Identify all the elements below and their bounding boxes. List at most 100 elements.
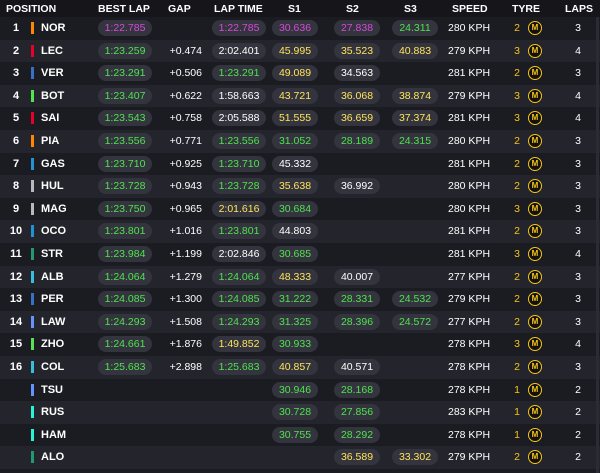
table-row[interactable]: 3 VER 1:23.291 1:23.291 49.089 34.563 +0.506 28… (0, 62, 600, 85)
tyre-compound-icon: M (528, 43, 542, 58)
sector3-pill: 33.302 (392, 449, 438, 466)
driver-code[interactable]: RUS (41, 401, 64, 424)
driver-code[interactable]: SAI (41, 107, 59, 130)
driver-code[interactable]: LEC (41, 40, 63, 63)
sector1-pill: 48.333 (272, 268, 318, 285)
header-s2[interactable]: S2 (346, 3, 359, 15)
tyre-compound-icon: M (528, 405, 542, 420)
table-row[interactable]: 1 NOR 1:22.785 1:22.785 30.636 27.838 24.311 28… (0, 17, 600, 40)
table-row[interactable]: 11 STR 1:23.984 2:02.846 30.685 +1.199 281 KPH… (0, 243, 600, 266)
team-color-bar (31, 383, 34, 396)
laps-value: 3 (575, 270, 581, 283)
driver-code[interactable]: MAG (41, 198, 67, 221)
table-row[interactable]: 7 GAS 1:23.710 1:23.710 45.332 +0.925 281 KPH 2… (0, 153, 600, 176)
sector3-pill: 24.532 (392, 291, 438, 308)
sector2-pill (334, 156, 380, 172)
laps-value: 4 (575, 89, 581, 102)
sector2-pill: 27.838 (334, 20, 380, 36)
lap-time-pill (212, 404, 266, 420)
header-gap[interactable]: GAP (168, 3, 191, 15)
sector3-pill: 24.315 (392, 133, 438, 149)
sector1-pill: 30.684 (272, 200, 318, 217)
table-row[interactable]: 15 ZHO 1:24.661 1:49.852 30.933 +1.876 278 KPH… (0, 333, 600, 356)
table-row[interactable]: HAM 30.755 28.292 278 KPH 1 M 2 (0, 424, 600, 447)
speed-value: 278 KPH (448, 361, 491, 373)
team-color-bar (31, 315, 34, 328)
lap-time-pill: 1:23.710 (212, 155, 266, 172)
header-s3[interactable]: S3 (404, 3, 417, 15)
table-row[interactable]: 2 LEC 1:23.259 2:02.401 45.995 35.523 40.883 +0… (0, 39, 600, 63)
tyre-compound-icon: M (528, 450, 542, 465)
gap-value: +0.474 (169, 44, 202, 57)
table-row[interactable]: 12 ALB 1:24.064 1:24.064 48.333 40.007 +1.279 2… (0, 265, 600, 289)
lap-time-pill: 1:58.663 (212, 87, 266, 104)
table-row[interactable]: 14 LAW 1:24.293 1:24.293 31.325 28.396 24.572 +… (0, 310, 600, 334)
driver-code[interactable]: HAM (41, 424, 66, 447)
gap-value (160, 379, 202, 402)
driver-code[interactable]: LAW (41, 311, 65, 334)
driver-code[interactable]: ALB (41, 266, 64, 289)
team-color-bar (31, 89, 34, 102)
sector1-pill: 49.089 (272, 65, 318, 82)
driver-code[interactable]: STR (41, 243, 63, 266)
speed-value: 281 KPH (448, 67, 491, 80)
tyre-stint-count: 2 (514, 67, 520, 80)
speed-value: 278 KPH (448, 428, 491, 441)
driver-code[interactable]: VER (41, 62, 64, 85)
tyre-stint-count: 1 (514, 428, 520, 441)
header-best-lap[interactable]: BEST LAP (98, 3, 150, 15)
table-row[interactable]: 9 MAG 1:23.750 2:01.616 30.684 +0.965 280 KPH 3… (0, 198, 600, 221)
sector2-pill: 36.992 (334, 178, 380, 195)
sector2-pill (334, 336, 380, 352)
driver-code[interactable]: PER (41, 288, 64, 311)
speed-value: 279 KPH (448, 89, 491, 102)
position-number: 5 (12, 112, 20, 125)
table-row[interactable]: 13 PER 1:24.085 1:24.085 31.222 28.331 24.532 +… (0, 288, 600, 311)
driver-code[interactable]: COL (41, 356, 64, 379)
driver-code[interactable]: HUL (41, 175, 64, 198)
table-row[interactable]: RUS 30.728 27.856 283 KPH 1 M 2 (0, 401, 600, 424)
header-position[interactable]: POSITION (6, 3, 56, 15)
scrollbar[interactable] (596, 17, 599, 473)
driver-code[interactable]: TSU (41, 379, 63, 402)
sector2-pill: 40.571 (334, 359, 380, 375)
tyre-compound-icon: M (528, 224, 542, 239)
driver-code[interactable]: GAS (41, 153, 65, 176)
sector3-pill (392, 382, 438, 398)
gap-value: +1.876 (169, 338, 202, 351)
sector1-pill: 35.638 (272, 178, 318, 195)
sector3-pill (392, 359, 438, 375)
driver-code[interactable]: NOR (41, 17, 65, 40)
driver-code[interactable]: ALO (41, 446, 64, 469)
driver-code[interactable]: ZHO (41, 333, 64, 356)
header-laps[interactable]: LAPS (565, 3, 593, 15)
tyre-stint-count: 3 (514, 202, 520, 215)
table-row[interactable]: 10 OCO 1:23.801 1:23.801 44.803 +1.016 281 KPH… (0, 220, 600, 243)
sector1-pill: 30.755 (272, 426, 318, 443)
table-row[interactable]: 16 COL 1:25.683 1:25.683 40.857 40.571 +2.898 2… (0, 356, 600, 379)
driver-code[interactable]: OCO (41, 220, 66, 243)
best-lap-pill: 1:23.750 (98, 200, 152, 217)
header-row: POSITION BEST LAP GAP LAP TIME S1 S2 S3 … (0, 0, 600, 17)
driver-code[interactable]: BOT (41, 85, 64, 108)
table-row[interactable]: TSU 30.946 28.168 278 KPH 1 M 2 (0, 379, 600, 402)
best-lap-pill: 1:24.293 (98, 313, 152, 330)
header-lap-time[interactable]: LAP TIME (214, 3, 263, 15)
team-color-bar (31, 338, 34, 351)
driver-code[interactable]: PIA (41, 130, 59, 153)
team-color-bar (31, 225, 34, 238)
sector1-pill: 30.685 (272, 246, 318, 262)
table-row[interactable]: 4 BOT 1:23.407 1:58.663 43.721 36.068 38.874 +0… (0, 84, 600, 108)
header-tyre[interactable]: TYRE (512, 3, 540, 15)
best-lap-pill: 1:23.556 (98, 133, 152, 149)
table-row[interactable]: ALO 36.589 33.302 279 KPH 2 M 2 (0, 446, 600, 469)
sector3-pill (392, 65, 438, 81)
gap-value: +0.965 (169, 202, 202, 215)
position-number: 6 (12, 135, 20, 147)
table-row[interactable]: 8 HUL 1:23.728 1:23.728 35.638 36.992 +0.943 28… (0, 175, 600, 198)
table-row[interactable]: 5 SAI 1:23.543 2:05.588 51.555 36.659 37.374 +0… (0, 107, 600, 130)
team-color-bar (31, 44, 34, 57)
table-row[interactable]: 6 PIA 1:23.556 1:23.556 31.052 28.189 24.315 +0… (0, 130, 600, 153)
header-speed[interactable]: SPEED (452, 3, 488, 15)
header-s1[interactable]: S1 (288, 3, 301, 15)
